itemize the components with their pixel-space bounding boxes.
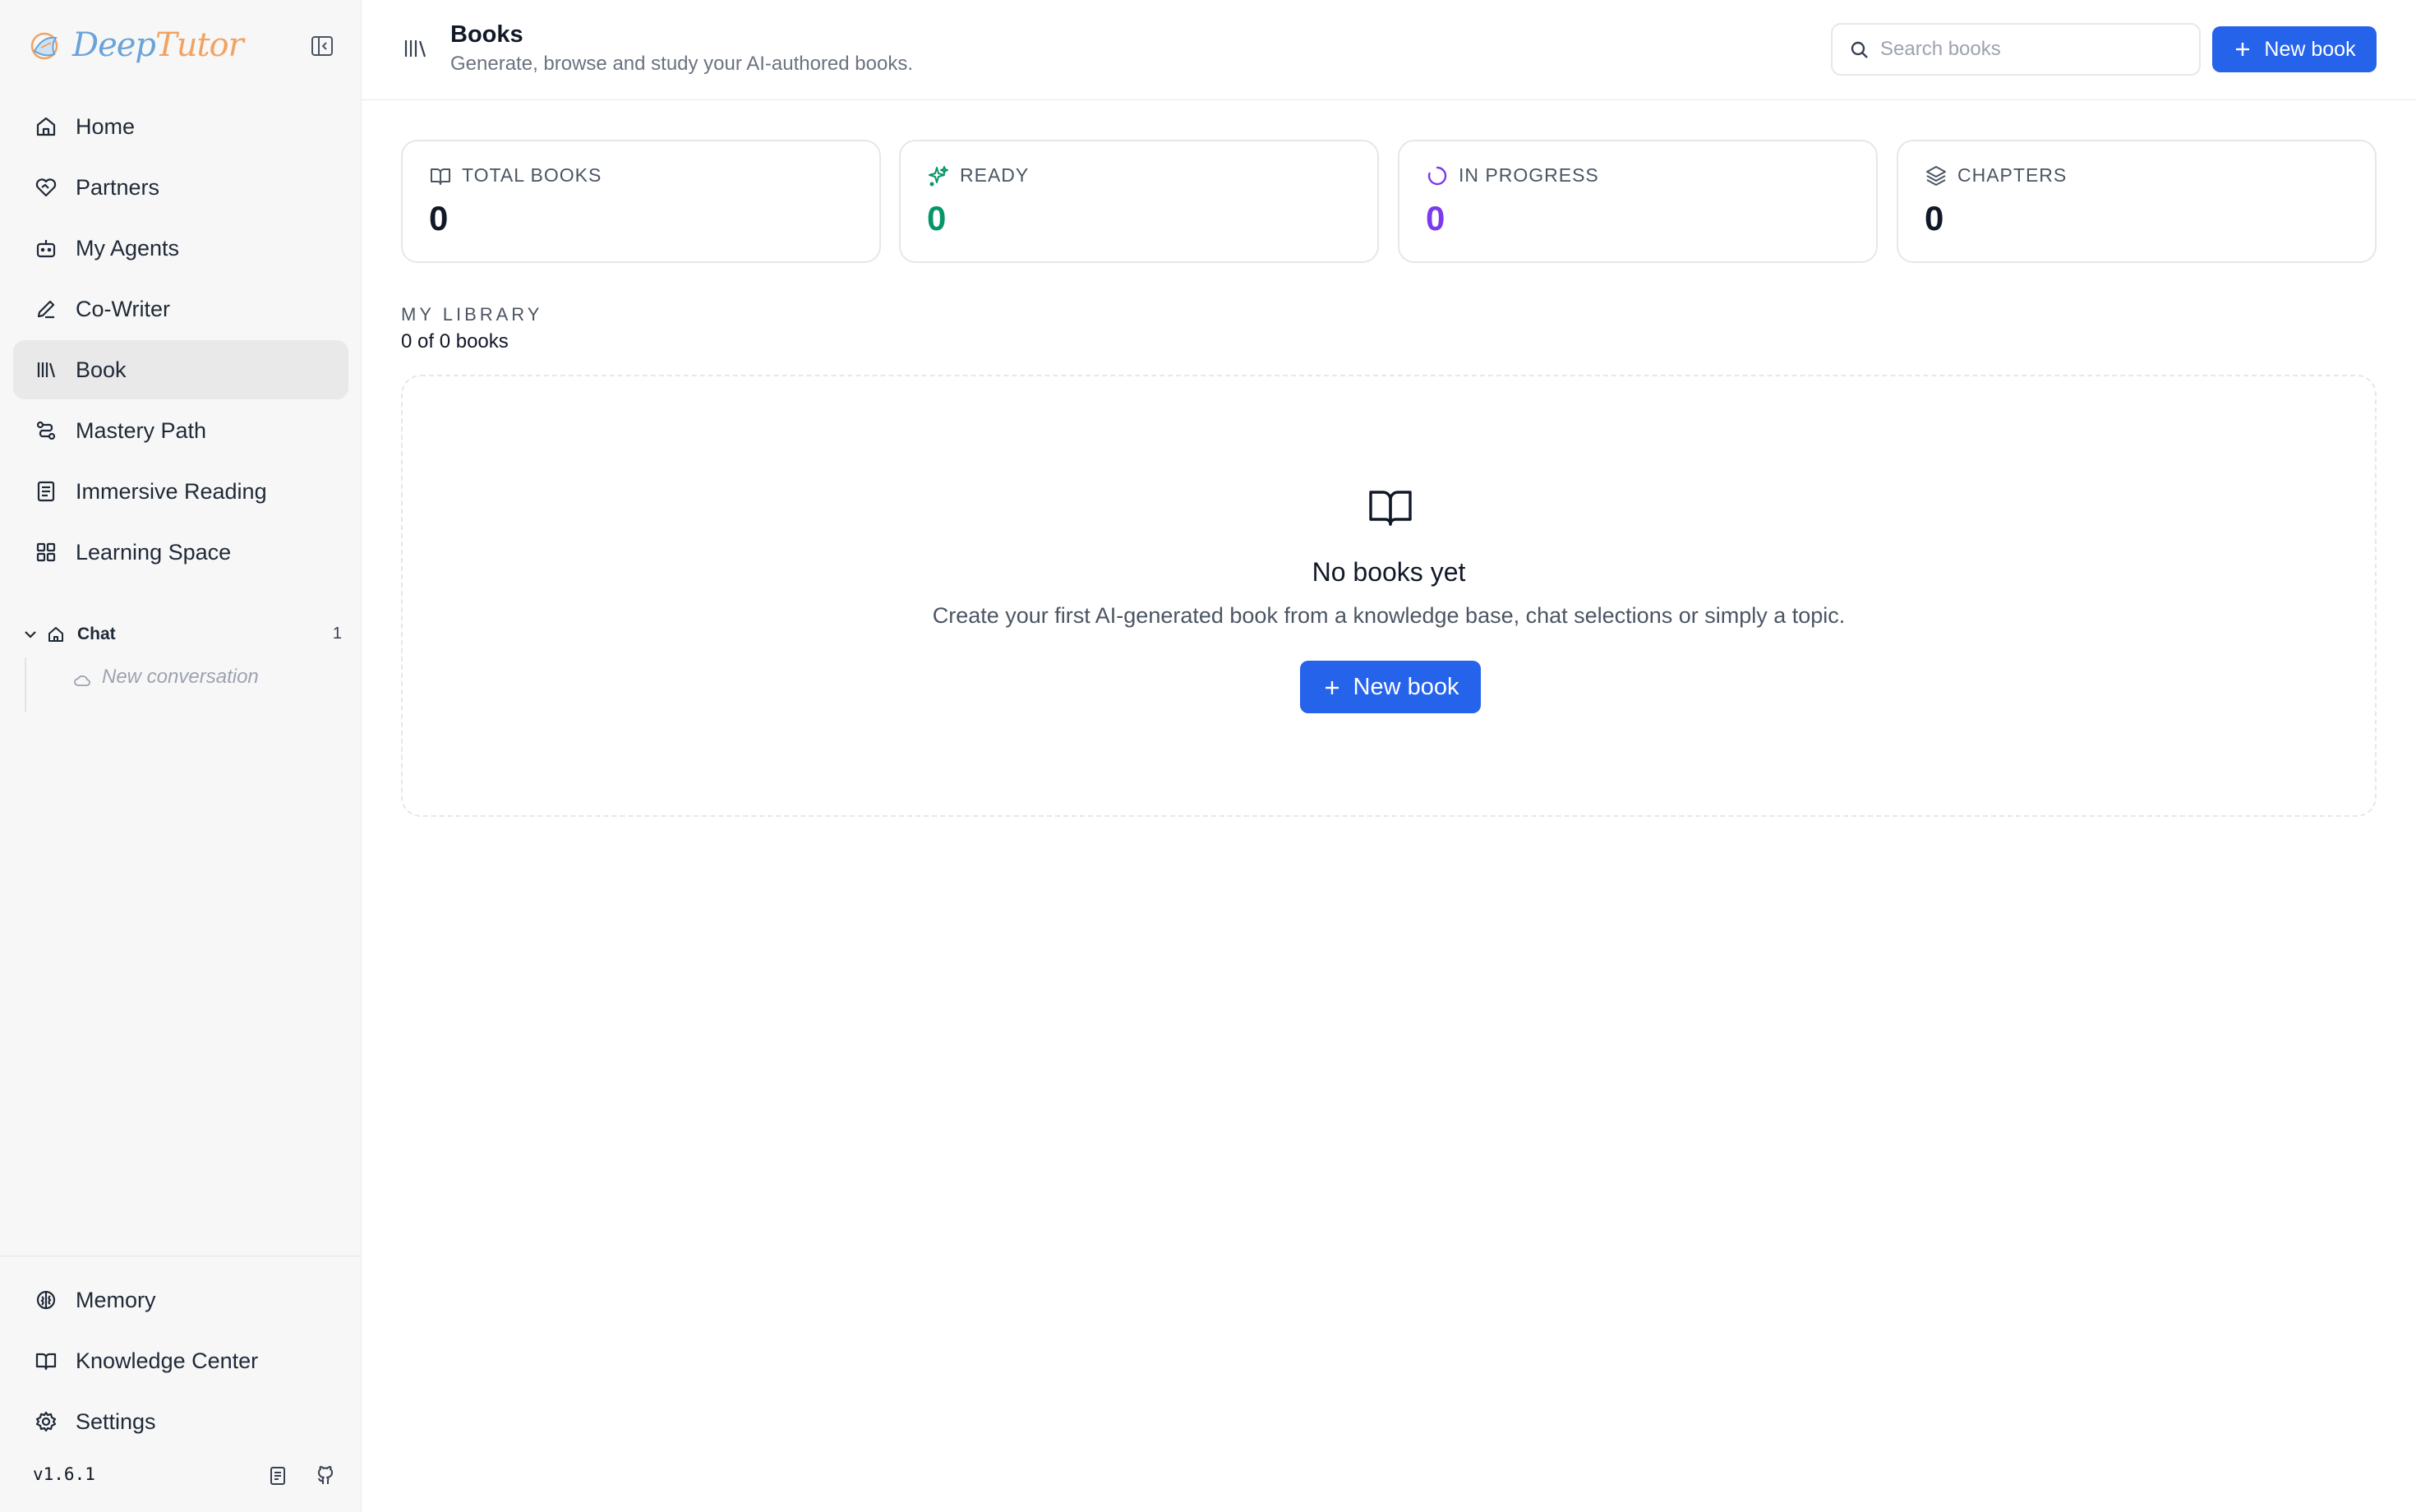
sidebar-item-label: Co-Writer (76, 296, 171, 321)
sidebar-item-label: Book (76, 357, 127, 382)
cloud-icon (72, 671, 92, 690)
sidebar-item-memory[interactable]: Memory (13, 1270, 348, 1330)
logo-text: DeepTutor (72, 26, 244, 64)
loader-icon (1426, 164, 1449, 187)
footer-icons (266, 1464, 337, 1487)
sidebar-item-learning-space[interactable]: Learning Space (13, 523, 348, 582)
book-open-icon (33, 1348, 59, 1374)
book-open-icon (1366, 482, 1415, 531)
sidebar-nav: Home Partners My Agents Co-Writer Book M… (13, 97, 348, 583)
sidebar: DeepTutor Home Partners My Agents Co-Wri… (0, 0, 362, 1512)
stat-value: 0 (1925, 199, 1944, 237)
stat-label: READY (960, 164, 1030, 186)
brain-icon (33, 1287, 59, 1313)
sidebar-item-mastery-path[interactable]: Mastery Path (13, 401, 348, 460)
document-icon (33, 478, 59, 505)
chat-group: Chat 1 New conversation (21, 618, 342, 712)
sidebar-item-label: Learning Space (76, 539, 232, 565)
new-book-label: New book (2264, 37, 2356, 61)
sidebar-item-label: Memory (76, 1287, 156, 1312)
stats-row: TOTAL BOOKS 0 READY 0 IN PROGRESS 0 CHAP… (401, 140, 2377, 263)
new-book-button[interactable]: New book (2212, 26, 2377, 72)
sidebar-item-label: Knowledge Center (76, 1348, 259, 1373)
library-icon (33, 357, 59, 383)
conversation-title: New conversation (102, 666, 259, 688)
version-label: v1.6.1 (33, 1464, 95, 1484)
library-icon (401, 35, 429, 62)
plus-icon (1322, 677, 1342, 697)
bot-icon (33, 235, 59, 261)
plus-icon (2233, 39, 2252, 59)
logo-icon (26, 26, 66, 66)
sidebar-item-label: Immersive Reading (76, 478, 267, 504)
sidebar-item-label: Mastery Path (76, 417, 207, 443)
empty-state-description: Create your first AI-generated book from… (932, 603, 1846, 628)
sidebar-item-label: Partners (76, 174, 160, 200)
sidebar-item-co-writer[interactable]: Co-Writer (13, 279, 348, 339)
sidebar-item-partners[interactable]: Partners (13, 158, 348, 217)
page-title: Books (450, 21, 523, 48)
stat-value: 0 (1426, 199, 1445, 237)
stat-card-chapters: CHAPTERS 0 (1897, 140, 2377, 263)
search-icon (1849, 39, 1870, 61)
grid-icon (33, 539, 59, 565)
search-input[interactable] (1880, 33, 2184, 66)
sidebar-item-my-agents[interactable]: My Agents (13, 219, 348, 278)
stat-value: 0 (927, 199, 947, 237)
gear-icon (33, 1408, 59, 1435)
sidebar-collapse-icon[interactable] (309, 33, 335, 59)
sidebar-item-label: My Agents (76, 235, 180, 260)
stat-label: CHAPTERS (1957, 164, 2068, 186)
home-icon (46, 625, 66, 644)
stat-card-ready: READY 0 (899, 140, 1379, 263)
new-book-label: New book (1353, 673, 1459, 700)
page-subtitle: Generate, browse and study your AI-autho… (450, 53, 914, 75)
chat-count-badge: 1 (332, 625, 342, 643)
stat-label: TOTAL BOOKS (462, 164, 602, 186)
sidebar-item-knowledge-center[interactable]: Knowledge Center (13, 1331, 348, 1390)
layers-icon (1925, 164, 1948, 187)
sidebar-item-immersive-reading[interactable]: Immersive Reading (13, 462, 348, 521)
stat-card-total-books: TOTAL BOOKS 0 (401, 140, 881, 263)
sidebar-item-label: Settings (76, 1408, 156, 1434)
stat-card-in-progress: IN PROGRESS 0 (1398, 140, 1878, 263)
chat-group-toggle[interactable]: Chat 1 (21, 618, 342, 651)
empty-new-book-button[interactable]: New book (1300, 661, 1481, 713)
empty-state: No books yet Create your first AI-genera… (401, 375, 2377, 817)
route-icon (33, 417, 59, 444)
search-box (1831, 23, 2201, 76)
chat-group-label: Chat (77, 625, 116, 643)
page-header: Books Generate, browse and study your AI… (362, 0, 2416, 100)
home-icon (33, 113, 59, 140)
sidebar-item-home[interactable]: Home (13, 97, 348, 156)
stat-value: 0 (429, 199, 449, 237)
conversation-item[interactable]: New conversation (25, 657, 342, 712)
library-heading: MY LIBRARY (401, 304, 543, 325)
logo-row: DeepTutor (26, 25, 335, 67)
docs-icon[interactable] (266, 1464, 289, 1487)
pen-icon (33, 296, 59, 322)
version-row: v1.6.1 (33, 1461, 337, 1494)
stat-label: IN PROGRESS (1459, 164, 1599, 186)
sidebar-bottom-nav: Memory Knowledge Center Settings (13, 1270, 348, 1453)
sparkles-icon (927, 164, 950, 187)
heart-handshake-icon (33, 174, 59, 201)
book-open-icon (429, 164, 452, 187)
sidebar-item-settings[interactable]: Settings (13, 1392, 348, 1451)
github-icon[interactable] (314, 1464, 337, 1487)
chevron-down-icon (21, 625, 39, 643)
sidebar-item-book[interactable]: Book (13, 340, 348, 399)
sidebar-item-label: Home (76, 113, 136, 139)
library-count: 0 of 0 books (401, 330, 509, 353)
empty-state-title: No books yet (1312, 557, 1466, 587)
